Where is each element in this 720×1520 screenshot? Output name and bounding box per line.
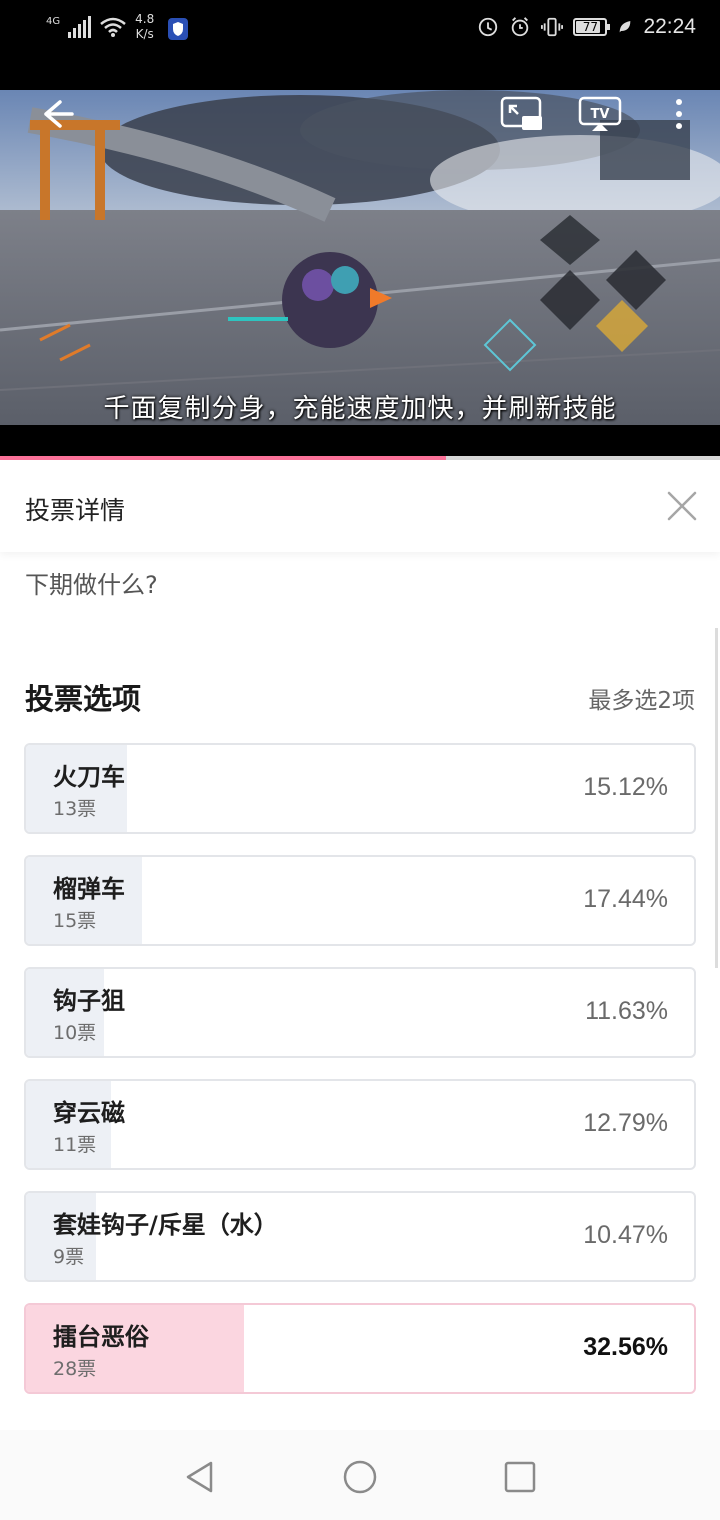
speed-unit: K/s [135, 27, 154, 41]
vote-option-count: 9票 [53, 1246, 85, 1268]
clock: 22:24 [643, 15, 696, 38]
scrollbar[interactable] [715, 628, 718, 968]
vote-option-name: 榴弹车 [53, 875, 125, 903]
battery-level: 77 [582, 20, 599, 34]
speed-value: 4.8 [135, 12, 155, 26]
vote-option-count: 15票 [53, 910, 97, 932]
shield-icon [168, 18, 189, 40]
panel-title: 投票详情 [25, 496, 126, 525]
vote-option-percent: 17.44% [583, 885, 668, 913]
vote-option-count: 11票 [53, 1134, 97, 1156]
vote-option[interactable]: 套娃钩子/斥星（水） 9票 10.47% [24, 1191, 696, 1282]
wifi-icon [100, 17, 126, 37]
vote-option-count: 10票 [53, 1022, 97, 1044]
svg-text:TV: TV [591, 107, 610, 122]
vote-option-name: 穿云磁 [53, 1099, 125, 1127]
vote-question: 下期做什么? [25, 571, 158, 599]
data-saver-icon [479, 17, 498, 37]
vote-option-count: 13票 [53, 798, 97, 820]
system-nav-bar [0, 1430, 720, 1520]
section-title: 投票选项 [25, 682, 142, 716]
status-bar: 4G 4.8 K/s 77 22:24 [0, 0, 720, 90]
vote-option-name: 火刀车 [53, 763, 125, 791]
network-type: 4G [46, 16, 61, 27]
vibrate-icon [541, 17, 564, 37]
vote-option-percent: 12.79% [583, 1109, 668, 1137]
vote-option-name: 擂台恶俗 [53, 1323, 149, 1351]
video-frame [0, 90, 720, 425]
network-speed: 4.8 K/s [135, 12, 154, 42]
alarm-icon [512, 17, 529, 37]
nav-back-icon[interactable] [183, 1460, 217, 1494]
vote-option-name: 钩子狙 [53, 987, 125, 1015]
panel-header: 投票详情 [0, 460, 720, 552]
close-icon[interactable] [664, 488, 700, 524]
vote-option-leading[interactable]: 擂台恶俗 28票 32.56% [24, 1303, 696, 1394]
vote-option-percent: 10.47% [583, 1221, 668, 1249]
vote-option-name: 套娃钩子/斥星（水） [53, 1211, 278, 1239]
video-subtitle: 千面复制分身，充能速度加快，并刷新技能 [103, 394, 617, 424]
selection-limit: 最多选2项 [588, 688, 695, 714]
leaf-icon [620, 21, 631, 33]
vote-option-count: 28票 [53, 1358, 97, 1380]
tv-cast-icon[interactable]: TV [578, 96, 622, 132]
back-arrow-icon[interactable] [36, 94, 76, 134]
nav-home-icon[interactable] [343, 1460, 377, 1494]
vote-option[interactable]: 火刀车 13票 15.12% [24, 743, 696, 834]
video-player[interactable]: 千面复制分身，充能速度加快，并刷新技能 TV [0, 90, 720, 460]
vote-option-percent: 32.56% [583, 1333, 668, 1361]
vote-option[interactable]: 钩子狙 10票 11.63% [24, 967, 696, 1058]
vote-options-list: 火刀车 13票 15.12% 榴弹车 15票 17.44% 钩子狙 10票 11… [24, 743, 696, 1415]
vote-option[interactable]: 榴弹车 15票 17.44% [24, 855, 696, 946]
signal-icon [68, 16, 92, 38]
battery-icon: 77 [573, 18, 611, 36]
vote-option-percent: 15.12% [583, 773, 668, 801]
vote-option[interactable]: 穿云磁 11票 12.79% [24, 1079, 696, 1170]
picture-in-picture-icon[interactable] [500, 96, 542, 132]
vote-option-percent: 11.63% [585, 997, 668, 1025]
nav-recents-icon[interactable] [503, 1460, 537, 1494]
more-vertical-icon[interactable] [668, 94, 690, 134]
